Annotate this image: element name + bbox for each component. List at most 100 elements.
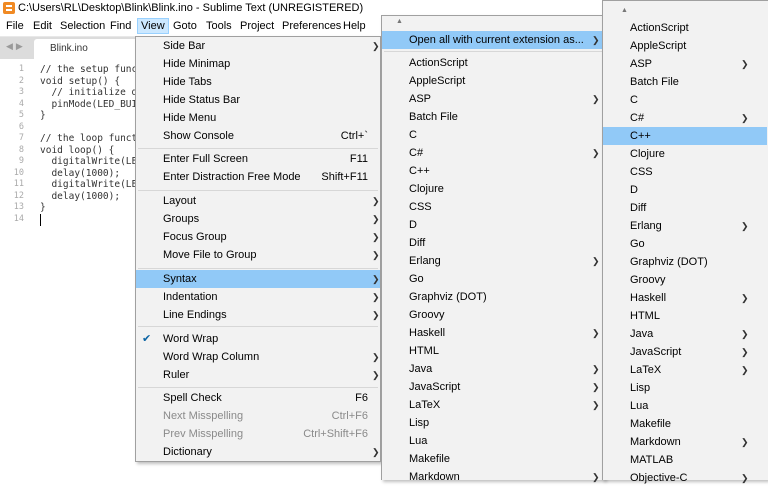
extension-menu-item-applescript[interactable]: AppleScript	[603, 37, 767, 55]
menu-find[interactable]: Find	[107, 18, 134, 34]
view-menu-item-enter-distraction-free-mode[interactable]: Enter Distraction Free Mode Shift+F11	[136, 168, 380, 186]
syntax-menu-item-java[interactable]: Java ❯	[382, 360, 604, 378]
syntax-menu-item-cplusplus[interactable]: C++	[382, 162, 604, 180]
extension-menu-item-csharp[interactable]: C# ❯	[603, 109, 767, 127]
extension-menu-item-latex[interactable]: LaTeX ❯	[603, 361, 767, 379]
extension-menu-item-lua[interactable]: Lua	[603, 397, 767, 415]
syntax-menu-item-lisp[interactable]: Lisp	[382, 414, 604, 432]
view-menu-item-show-console[interactable]: Show Console Ctrl+`	[136, 127, 380, 145]
code-line[interactable]: delay(1000);	[40, 191, 140, 203]
view-menu-item-hide-menu[interactable]: Hide Menu	[136, 109, 380, 127]
syntax-menu-item-d[interactable]: D	[382, 216, 604, 234]
syntax-menu-item-javascript[interactable]: JavaScript ❯	[382, 378, 604, 396]
syntax-menu-item-css[interactable]: CSS	[382, 198, 604, 216]
syntax-menu-item-makefile[interactable]: Makefile	[382, 450, 604, 468]
syntax-menu-item-applescript[interactable]: AppleScript	[382, 72, 604, 90]
menu-goto[interactable]: Goto	[170, 18, 200, 34]
menu-project[interactable]: Project	[237, 18, 277, 34]
view-menu-item-enter-full-screen[interactable]: Enter Full Screen F11	[136, 150, 380, 168]
extension-menu-item-asp[interactable]: ASP ❯	[603, 55, 767, 73]
menu-edit[interactable]: Edit	[30, 18, 55, 34]
menu-preferences[interactable]: Preferences	[279, 18, 344, 34]
extension-menu-item-batch-file[interactable]: Batch File	[603, 73, 767, 91]
code-line[interactable]: digitalWrite(LED_BUILTIN, HIGH);	[40, 156, 140, 168]
extension-menu-item-java[interactable]: Java ❯	[603, 325, 767, 343]
extension-menu-item-diff[interactable]: Diff	[603, 199, 767, 217]
code-line[interactable]: void setup() {	[40, 76, 140, 88]
code-line[interactable]: }	[40, 202, 140, 214]
scroll-up-icon[interactable]: ▲	[621, 7, 628, 14]
code-view[interactable]: // the setup function runs once when you…	[40, 64, 140, 225]
extension-menu-item-haskell[interactable]: Haskell ❯	[603, 289, 767, 307]
syntax-menu-item-csharp[interactable]: C# ❯	[382, 144, 604, 162]
extension-menu-item-makefile[interactable]: Makefile	[603, 415, 767, 433]
menu-help[interactable]: Help	[340, 18, 369, 34]
syntax-menu-item-lua[interactable]: Lua	[382, 432, 604, 450]
menu-file[interactable]: File	[3, 18, 27, 34]
code-line[interactable]: digitalWrite(LED_BUILTIN, LOW);	[40, 179, 140, 191]
syntax-menu-item-c[interactable]: C	[382, 126, 604, 144]
syntax-menu-item-diff[interactable]: Diff	[382, 234, 604, 252]
extension-menu-item-clojure[interactable]: Clojure	[603, 145, 767, 163]
code-line[interactable]: // the setup function runs once when you…	[40, 64, 140, 76]
view-menu-item-hide-status-bar[interactable]: Hide Status Bar	[136, 91, 380, 109]
menu-selection[interactable]: Selection	[57, 18, 108, 34]
extension-menu-item-actionscript[interactable]: ActionScript	[603, 19, 767, 37]
code-line[interactable]: void loop() {	[40, 145, 140, 157]
extension-menu-item-lisp[interactable]: Lisp	[603, 379, 767, 397]
extension-menu-item-objective-c[interactable]: Objective-C ❯	[603, 469, 767, 487]
extension-menu-item-go[interactable]: Go	[603, 235, 767, 253]
tab-nav-arrows-icon[interactable]: ◀▶	[6, 41, 26, 52]
extension-menu-item-cplusplus[interactable]: C++	[603, 127, 767, 145]
syntax-menu-item-erlang[interactable]: Erlang ❯	[382, 252, 604, 270]
syntax-menu-item-groovy[interactable]: Groovy	[382, 306, 604, 324]
view-menu-item-line-endings[interactable]: Line Endings ❯	[136, 306, 380, 324]
syntax-menu-item-markdown[interactable]: Markdown ❯	[382, 468, 604, 486]
syntax-menu-item-asp[interactable]: ASP ❯	[382, 90, 604, 108]
view-menu-item-hide-tabs[interactable]: Hide Tabs	[136, 73, 380, 91]
syntax-menu-item-haskell[interactable]: Haskell ❯	[382, 324, 604, 342]
scroll-up-icon[interactable]: ▲	[396, 18, 403, 25]
view-menu-item-spell-check[interactable]: Spell Check F6	[136, 389, 380, 407]
view-menu-item-dictionary[interactable]: Dictionary ❯	[136, 443, 380, 461]
view-menu-item-word-wrap[interactable]: ✔ Word Wrap	[136, 330, 380, 348]
extension-menu-item-c[interactable]: C	[603, 91, 767, 109]
view-menu-item-indentation[interactable]: Indentation ❯	[136, 288, 380, 306]
code-line[interactable]: }	[40, 110, 140, 122]
code-line[interactable]: // initialize digital pin LED_BUILTIN as…	[40, 87, 140, 99]
view-menu-item-ruler[interactable]: Ruler ❯	[136, 366, 380, 384]
view-menu-item-focus-group[interactable]: Focus Group ❯	[136, 228, 380, 246]
view-menu-item-layout[interactable]: Layout ❯	[136, 192, 380, 210]
extension-menu-item-d[interactable]: D	[603, 181, 767, 199]
syntax-menu-item-batch-file[interactable]: Batch File	[382, 108, 604, 126]
syntax-menu-item-clojure[interactable]: Clojure	[382, 180, 604, 198]
extension-menu-item-javascript[interactable]: JavaScript ❯	[603, 343, 767, 361]
extension-menu-item-erlang[interactable]: Erlang ❯	[603, 217, 767, 235]
code-line[interactable]	[40, 214, 140, 226]
syntax-menu-item-graphviz-dot[interactable]: Graphviz (DOT)	[382, 288, 604, 306]
code-line[interactable]: delay(1000);	[40, 168, 140, 180]
view-menu-item-move-file-to-group[interactable]: Move File to Group ❯	[136, 246, 380, 264]
tab-blink-ino[interactable]: Blink.ino	[34, 39, 144, 59]
extension-menu-item-html[interactable]: HTML	[603, 307, 767, 325]
syntax-menu-item-go[interactable]: Go	[382, 270, 604, 288]
code-line[interactable]	[40, 122, 140, 134]
menu-tools[interactable]: Tools	[203, 18, 235, 34]
view-menu-item-side-bar[interactable]: Side Bar ❯	[136, 37, 380, 55]
code-line[interactable]: // the loop function runs over and over …	[40, 133, 140, 145]
view-menu-item-hide-minimap[interactable]: Hide Minimap	[136, 55, 380, 73]
extension-menu-item-groovy[interactable]: Groovy	[603, 271, 767, 289]
menu-view[interactable]: View	[137, 18, 169, 34]
syntax-menu-item-latex[interactable]: LaTeX ❯	[382, 396, 604, 414]
syntax-menu-item-open-all-with-current-extension-as[interactable]: Open all with current extension as... ❯	[382, 31, 604, 49]
code-line[interactable]: pinMode(LED_BUILTIN, OUTPUT);	[40, 99, 140, 111]
view-menu-item-groups[interactable]: Groups ❯	[136, 210, 380, 228]
extension-menu-item-markdown[interactable]: Markdown ❯	[603, 433, 767, 451]
extension-menu-item-matlab[interactable]: MATLAB	[603, 451, 767, 469]
view-menu-item-syntax[interactable]: Syntax ❯	[136, 270, 380, 288]
extension-menu-item-css[interactable]: CSS	[603, 163, 767, 181]
syntax-menu-item-html[interactable]: HTML	[382, 342, 604, 360]
syntax-menu-item-actionscript[interactable]: ActionScript	[382, 54, 604, 72]
extension-menu-item-graphviz-dot[interactable]: Graphviz (DOT)	[603, 253, 767, 271]
view-menu-item-word-wrap-column[interactable]: Word Wrap Column ❯	[136, 348, 380, 366]
